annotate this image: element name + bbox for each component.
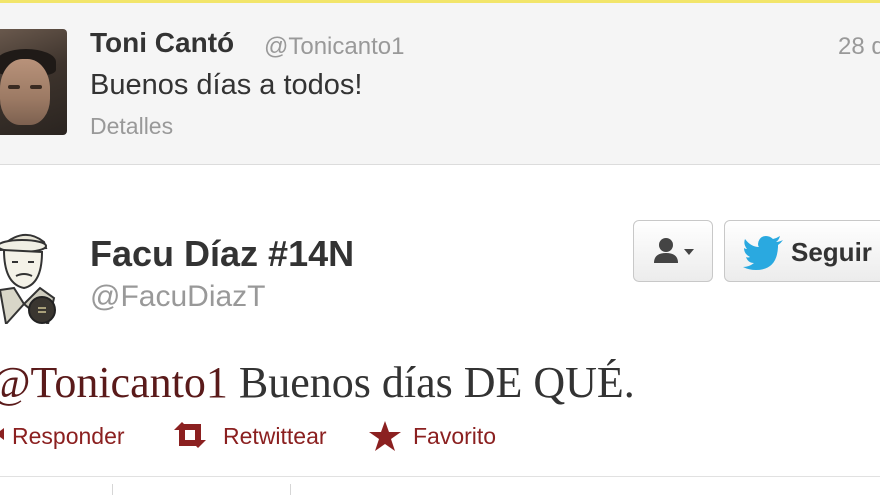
tweet-body: Buenos días DE QUÉ. (227, 358, 635, 407)
divider (0, 476, 880, 477)
cartoon-avatar-icon (0, 234, 56, 327)
star-icon (369, 421, 401, 451)
reply-action[interactable]: Responder (0, 420, 144, 452)
favorite-action[interactable]: Favorito (368, 420, 518, 452)
quoted-author-handle[interactable]: @Tonicanto1 (264, 33, 404, 61)
user-dropdown-icon (654, 238, 694, 263)
user-actions-dropdown-button[interactable] (633, 220, 713, 282)
quoted-tweet[interactable]: Toni Cantó @Tonicanto1 28 d Buenos días … (0, 3, 880, 165)
avatar-facu-diaz[interactable] (0, 218, 66, 327)
quoted-tweet-date[interactable]: 28 d (838, 33, 880, 61)
author-name[interactable]: Facu Díaz #14N (90, 233, 354, 275)
details-link[interactable]: Detalles (90, 113, 173, 140)
retweet-label: Retwittear (223, 423, 327, 449)
quoted-tweet-text: Buenos días a todos! (90, 69, 363, 101)
favorite-label: Favorito (413, 423, 497, 449)
stats-separator (290, 484, 291, 495)
retweet-icon (174, 422, 206, 448)
quoted-author-name[interactable]: Toni Cantó (90, 27, 234, 59)
reply-label: Responder (12, 423, 125, 449)
follow-button[interactable]: Seguir (724, 220, 880, 282)
retweet-action[interactable]: Retwittear (168, 420, 348, 452)
tweet-text: @Tonicanto1 Buenos días DE QUÉ. (0, 357, 635, 408)
follow-button-label: Seguir (791, 237, 872, 267)
avatar-toni-canto[interactable] (0, 29, 67, 135)
reply-arrow-icon (0, 428, 4, 440)
mention-link[interactable]: @Tonicanto1 (0, 358, 228, 407)
author-handle[interactable]: @FacuDiazT (90, 280, 266, 314)
twitter-bird-icon (743, 236, 783, 270)
stats-separator (112, 484, 113, 495)
